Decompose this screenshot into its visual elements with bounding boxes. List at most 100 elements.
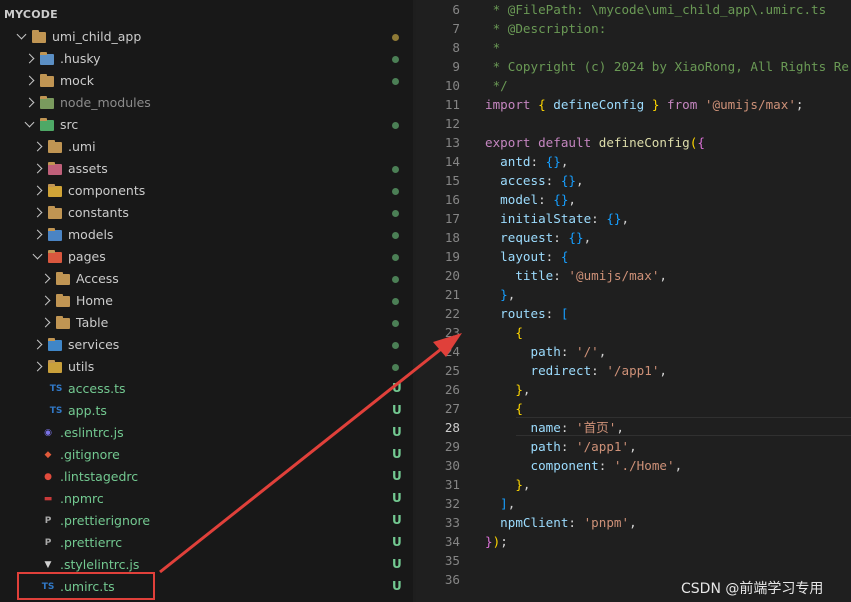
code-line[interactable]: 26 }, — [416, 380, 851, 399]
code-line[interactable]: 27 { — [416, 399, 851, 418]
code-line[interactable]: 11 import { defineConfig } from '@umijs/m… — [416, 95, 851, 114]
chevron-right-icon[interactable] — [32, 207, 43, 218]
chevron-right-icon[interactable] — [32, 361, 43, 372]
line-code: * @Description: — [485, 19, 607, 38]
line-code: import { defineConfig } from '@umijs/max… — [485, 95, 804, 114]
code-token: '@umijs/max' — [704, 97, 796, 112]
untracked-badge: U — [392, 425, 402, 439]
code-line[interactable]: 34}); — [416, 532, 851, 551]
code-line[interactable]: 18 request: {}, — [416, 228, 851, 247]
code-token: , — [659, 363, 667, 378]
item-label: constants — [68, 205, 129, 220]
line-code: redirect: '/app1', — [485, 361, 667, 380]
prettier-file-icon: P — [44, 516, 52, 526]
chevron-right-icon[interactable] — [32, 339, 43, 350]
folder-item[interactable]: .husky — [0, 48, 413, 70]
code-token: antd — [485, 154, 531, 169]
code-token: access — [485, 173, 546, 188]
chevron-right-icon[interactable] — [24, 75, 35, 86]
code-line[interactable]: 32 ], — [416, 494, 851, 513]
file-item[interactable]: ● .lintstagedrc U — [0, 466, 413, 488]
folder-item[interactable]: node_modules — [0, 92, 413, 114]
line-number: 11 — [444, 97, 460, 112]
code-line[interactable]: 24 path: '/', — [416, 342, 851, 361]
code-line[interactable]: 17 initialState: {}, — [416, 209, 851, 228]
line-number: 8 — [452, 40, 460, 55]
code-token: {} — [606, 211, 622, 226]
file-item[interactable]: P .prettierignore U — [0, 510, 413, 532]
chevron-right-icon[interactable] — [40, 295, 51, 306]
chevron-down-icon[interactable] — [16, 29, 27, 40]
chevron-right-icon[interactable] — [40, 317, 51, 328]
chevron-right-icon[interactable] — [40, 273, 51, 284]
folder-item[interactable]: assets — [0, 158, 413, 180]
utils-folder-icon — [48, 360, 62, 373]
code-line[interactable]: 29 path: '/app1', — [416, 437, 851, 456]
line-code: layout: { — [485, 247, 568, 266]
folder-item[interactable]: Home — [0, 290, 413, 312]
chevron-down-icon[interactable] — [32, 249, 43, 260]
line-number: 7 — [452, 21, 460, 36]
code-token: import — [485, 97, 539, 112]
code-token: : — [530, 154, 546, 169]
file-item[interactable]: P .prettierrc U — [0, 532, 413, 554]
code-token: } — [485, 287, 508, 302]
code-line[interactable]: 31 }, — [416, 475, 851, 494]
code-line[interactable]: 28 name: '首页', — [416, 418, 851, 437]
folder-item[interactable]: .umi — [0, 136, 413, 158]
folder-item[interactable]: mock — [0, 70, 413, 92]
code-token: * @Description: — [485, 21, 607, 36]
chevron-right-icon[interactable] — [32, 163, 43, 174]
code-line[interactable]: 16 model: {}, — [416, 190, 851, 209]
folder-item[interactable]: src — [0, 114, 413, 136]
code-line[interactable]: 22 routes: [ — [416, 304, 851, 323]
code-token: } — [485, 534, 493, 549]
stylelint-file-icon: ▼ — [44, 560, 52, 570]
folder-item[interactable]: Access — [0, 268, 413, 290]
code-token: { — [485, 401, 523, 416]
code-line[interactable]: 13 export default defineConfig({ — [416, 133, 851, 152]
file-item[interactable]: TS app.ts U — [0, 400, 413, 422]
code-line[interactable]: 12 — [416, 114, 851, 133]
code-line[interactable]: 14 antd: {}, — [416, 152, 851, 171]
code-token: { — [538, 97, 554, 112]
code-line[interactable]: 6 * @FilePath: \mycode\umi_child_app\.um… — [416, 0, 851, 19]
code-editor[interactable]: 6 * @FilePath: \mycode\umi_child_app\.um… — [416, 0, 851, 602]
code-line[interactable]: 35 — [416, 551, 851, 570]
folder-item[interactable]: services — [0, 334, 413, 356]
file-item[interactable]: ◆ .gitignore U — [0, 444, 413, 466]
folder-item[interactable]: Table — [0, 312, 413, 334]
folder-item[interactable]: components — [0, 180, 413, 202]
highlight-annotation — [17, 572, 155, 600]
folder-item[interactable]: pages — [0, 246, 413, 268]
file-item[interactable]: ◉ .eslintrc.js U — [0, 422, 413, 444]
code-line[interactable]: 19 layout: { — [416, 247, 851, 266]
code-line[interactable]: 21 }, — [416, 285, 851, 304]
code-line[interactable]: 33 npmClient: 'pnpm', — [416, 513, 851, 532]
code-line[interactable]: 9 * Copyright (c) 2024 by XiaoRong, All … — [416, 57, 851, 76]
folder-item[interactable]: umi_child_app — [0, 26, 413, 48]
code-line[interactable]: 20 title: '@umijs/max', — [416, 266, 851, 285]
chevron-right-icon[interactable] — [32, 229, 43, 240]
code-line[interactable]: 23 { — [416, 323, 851, 342]
chevron-right-icon[interactable] — [24, 97, 35, 108]
folder-item[interactable]: constants — [0, 202, 413, 224]
line-code: path: '/app1', — [485, 437, 636, 456]
code-line[interactable]: 7 * @Description: — [416, 19, 851, 38]
code-line[interactable]: 10 */ — [416, 76, 851, 95]
npm-file-icon: ▬ — [43, 494, 53, 504]
chevron-down-icon[interactable] — [24, 117, 35, 128]
file-item[interactable]: ▬ .npmrc U — [0, 488, 413, 510]
folder-item[interactable]: models — [0, 224, 413, 246]
code-line[interactable]: 15 access: {}, — [416, 171, 851, 190]
file-item[interactable]: TS access.ts U — [0, 378, 413, 400]
folder-item[interactable]: utils — [0, 356, 413, 378]
code-line[interactable]: 30 component: './Home', — [416, 456, 851, 475]
code-line[interactable]: 8 * — [416, 38, 851, 57]
components-folder-icon — [48, 184, 62, 197]
code-line[interactable]: 25 redirect: '/app1', — [416, 361, 851, 380]
chevron-right-icon[interactable] — [24, 53, 35, 64]
chevron-right-icon[interactable] — [32, 141, 43, 152]
line-code: * Copyright (c) 2024 by XiaoRong, All Ri… — [485, 57, 849, 76]
chevron-right-icon[interactable] — [32, 185, 43, 196]
